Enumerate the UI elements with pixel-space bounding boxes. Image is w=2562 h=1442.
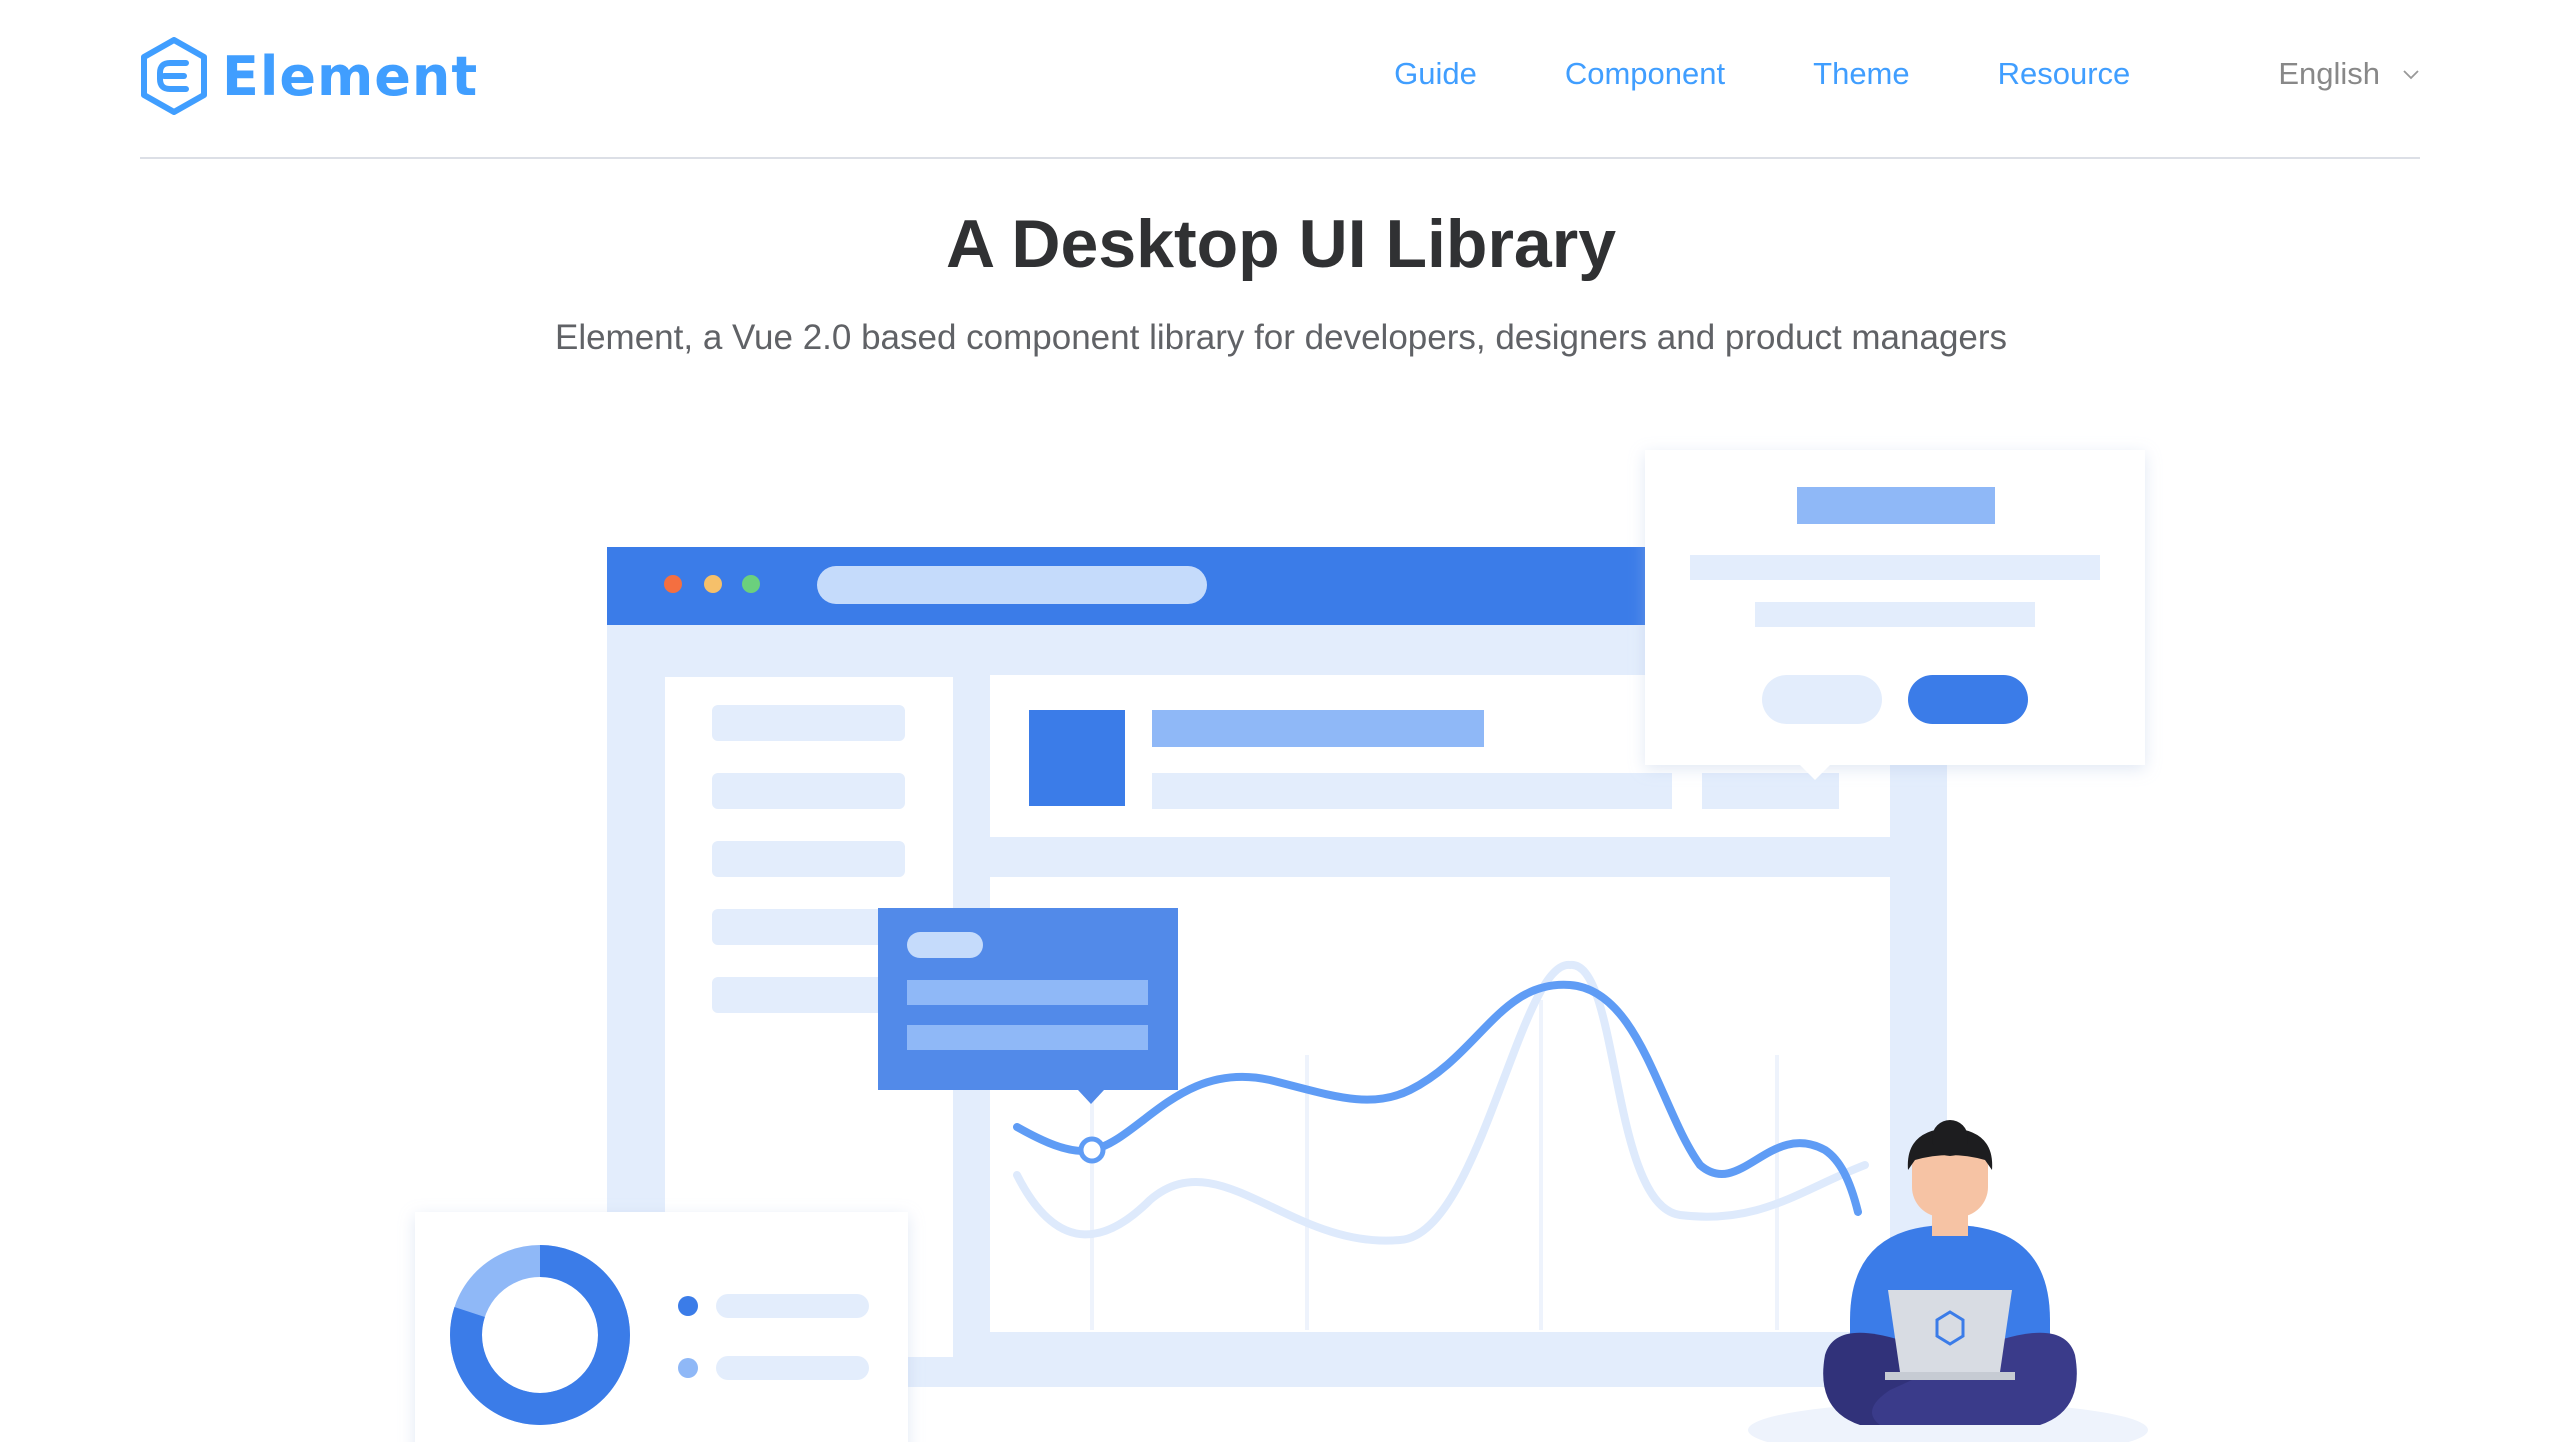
window-dot-green [742, 575, 760, 593]
donut-card-illustration [415, 1212, 908, 1442]
address-bar [817, 566, 1207, 604]
window-dot-red [664, 575, 682, 593]
dialog-illustration [1645, 450, 2145, 780]
language-switcher[interactable]: English [2278, 56, 2420, 92]
brand-name: Element [222, 44, 479, 108]
chart-point-marker [1078, 1136, 1106, 1164]
nav-resource[interactable]: Resource [1998, 56, 2131, 92]
hero-subtitle: Element, a Vue 2.0 based component libra… [554, 318, 2008, 357]
hero-title: A Desktop UI Library [945, 206, 1617, 282]
language-label: English [2278, 56, 2380, 91]
element-logo-icon [141, 37, 207, 115]
main-nav: Guide Component Theme Resource English [1394, 56, 2420, 92]
nav-guide[interactable]: Guide [1394, 56, 1477, 92]
hero-illustration [415, 450, 2148, 1442]
chevron-down-icon [2403, 70, 2419, 80]
nav-component[interactable]: Component [1565, 56, 1725, 92]
nav-theme[interactable]: Theme [1813, 56, 1909, 92]
top-navbar: Element Guide Component Theme Resource E… [140, 0, 2420, 159]
window-dot-yellow [704, 575, 722, 593]
brand-logo[interactable]: Element [140, 36, 478, 116]
